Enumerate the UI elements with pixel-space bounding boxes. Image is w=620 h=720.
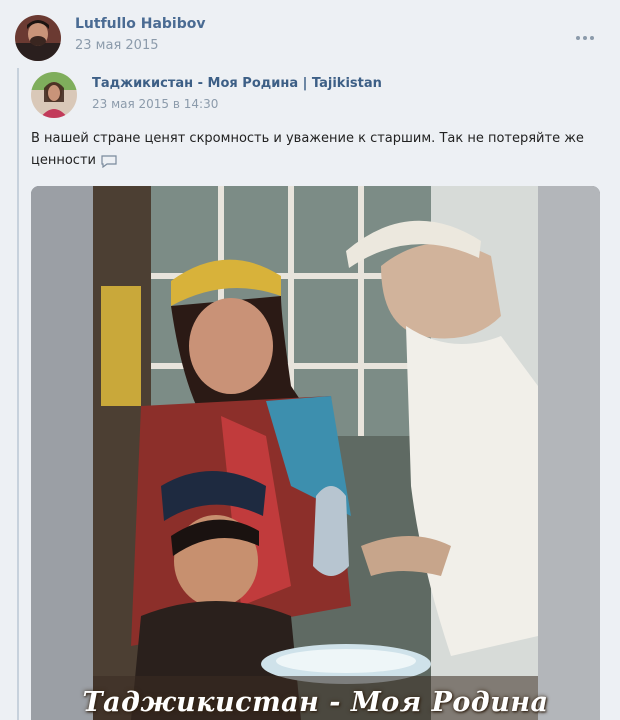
more-dots-icon[interactable] bbox=[574, 28, 596, 40]
repost-indicator-line bbox=[17, 68, 19, 720]
post-text: В нашей стране ценят скромность и уважен… bbox=[31, 128, 591, 172]
wall-post: Lutfullo Habibov 23 мая 2015 Таджикистан… bbox=[0, 0, 620, 720]
post-photo[interactable]: Таджикистан - Моя Родина bbox=[31, 186, 600, 720]
author-avatar[interactable] bbox=[15, 15, 61, 61]
group-avatar[interactable] bbox=[31, 72, 77, 118]
repost-group-name[interactable]: Таджикистан - Моя Родина | Tajikistan bbox=[92, 76, 382, 91]
speech-bubble-icon bbox=[100, 154, 118, 168]
author-name[interactable]: Lutfullo Habibov bbox=[75, 16, 205, 32]
photo-caption: Таджикистан - Моя Родина bbox=[82, 687, 549, 718]
post-date[interactable]: 23 мая 2015 bbox=[75, 38, 158, 53]
photo-scene bbox=[31, 186, 600, 720]
repost-date[interactable]: 23 мая 2015 в 14:30 bbox=[92, 97, 218, 111]
